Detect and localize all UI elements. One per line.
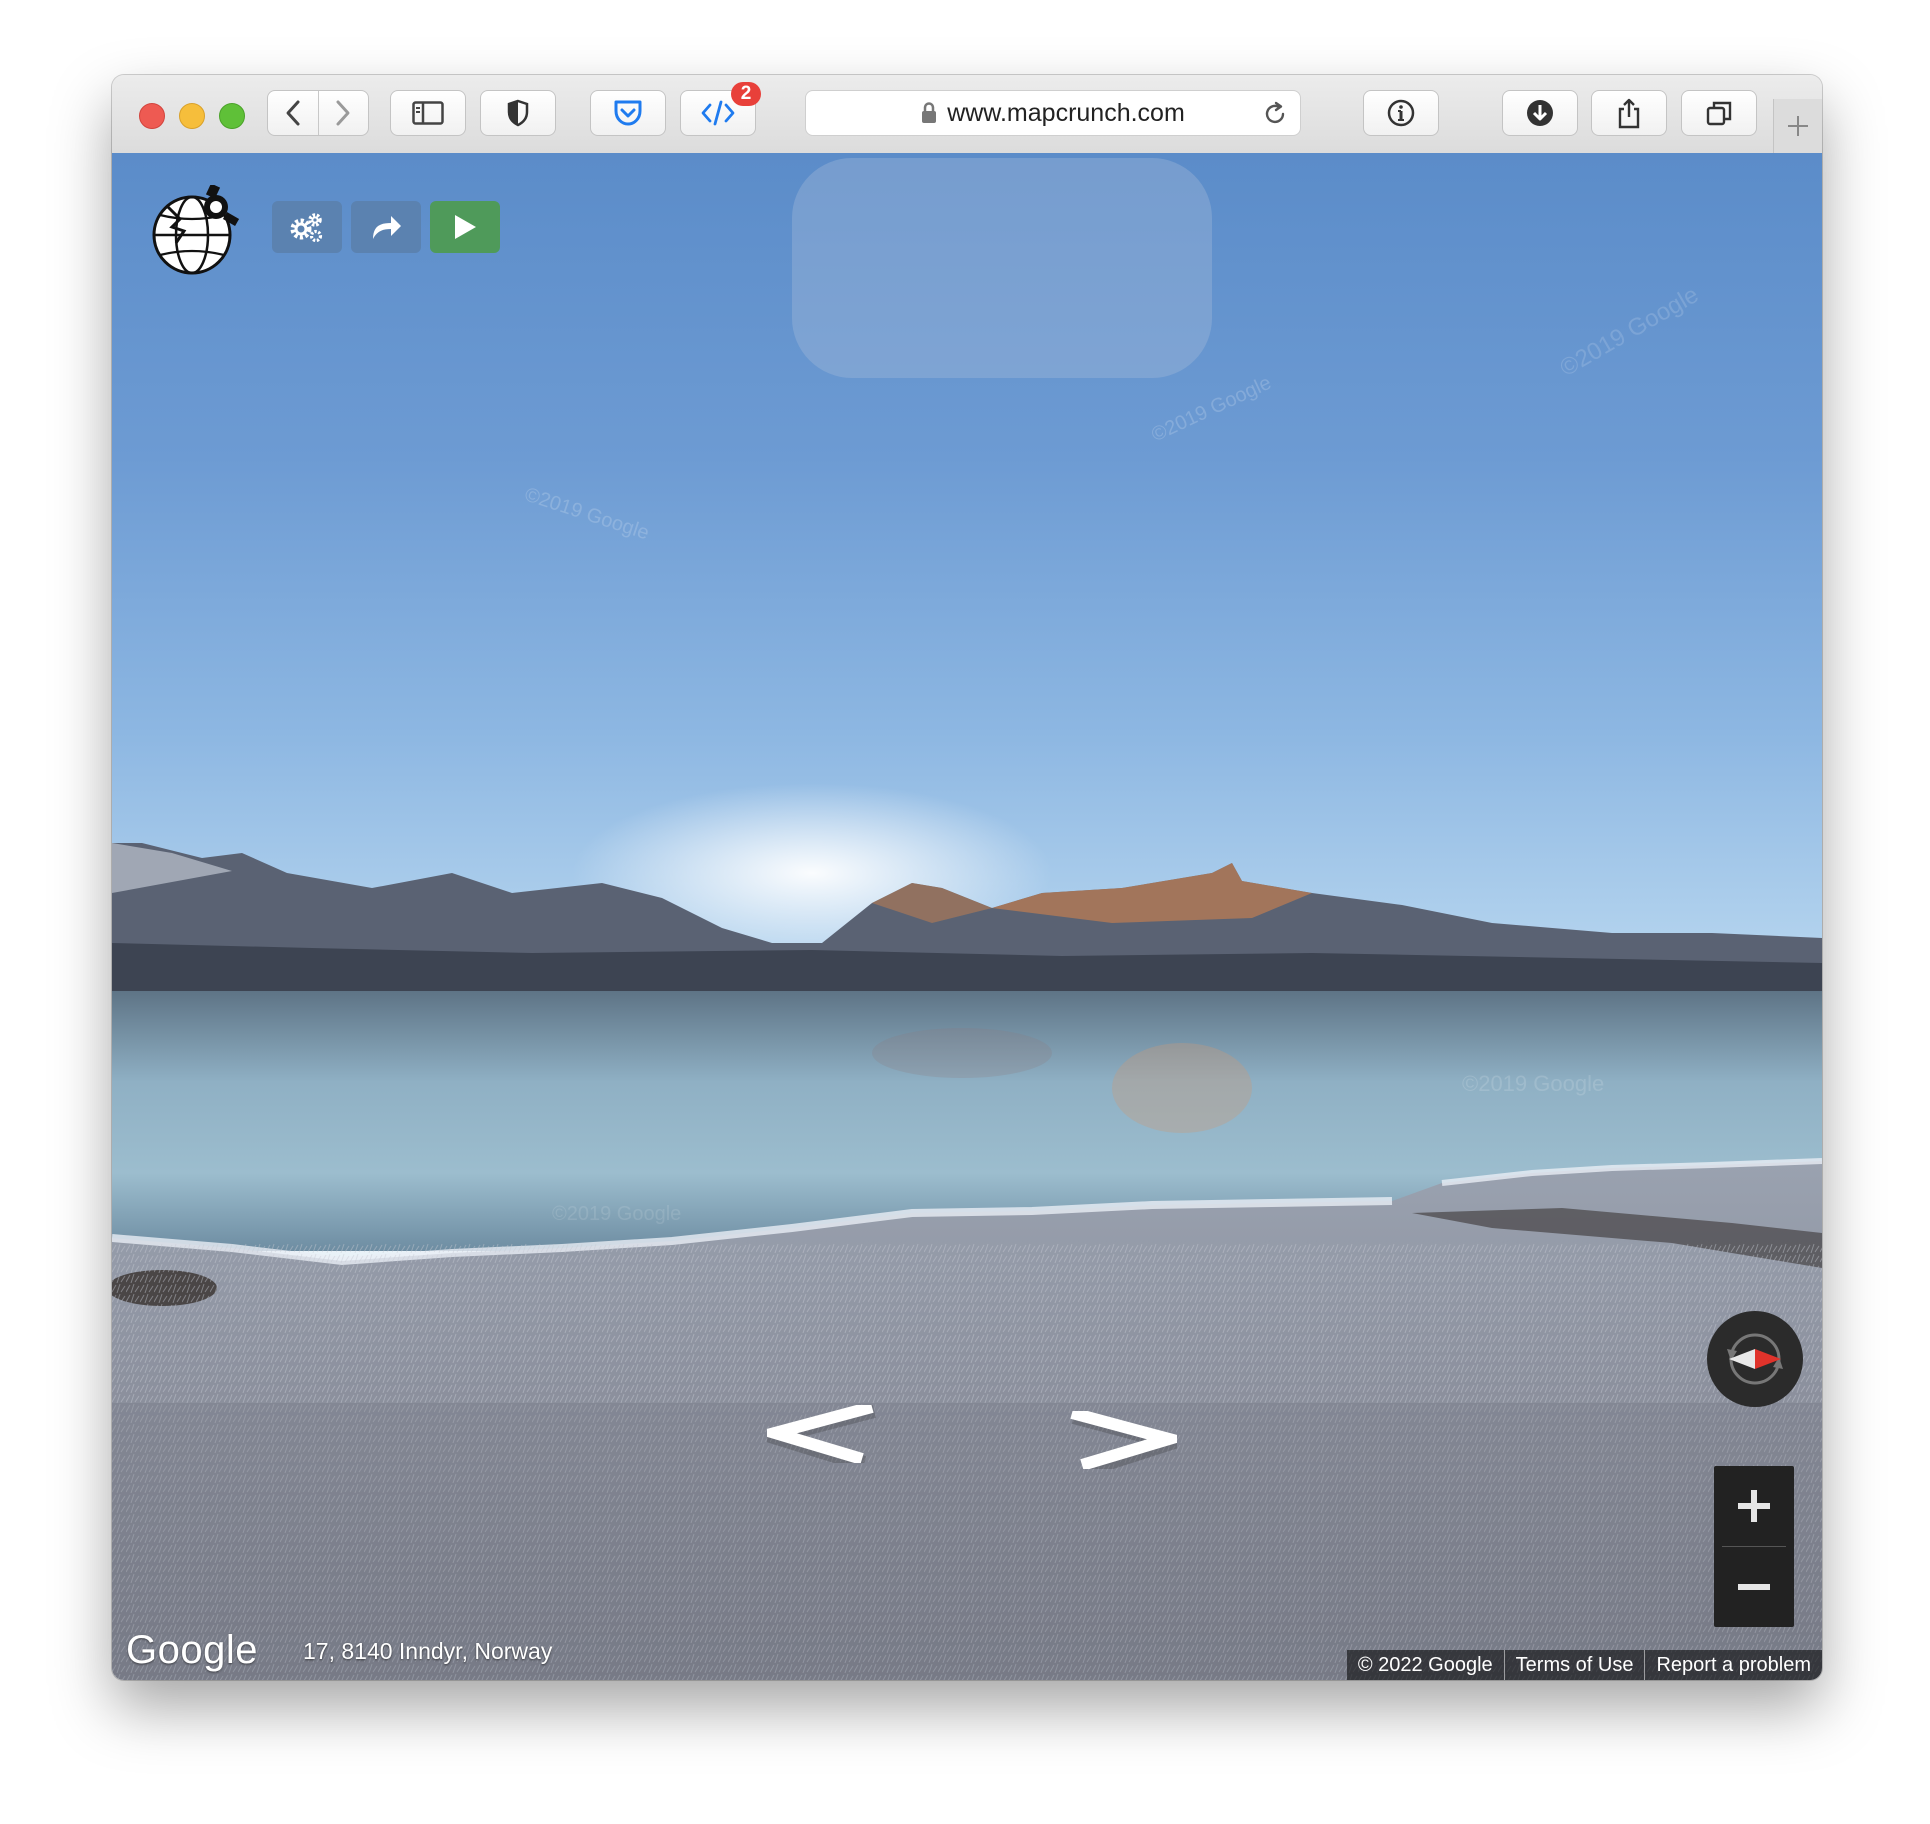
site-info-button[interactable] [1363, 90, 1439, 136]
privacy-report-button[interactable] [480, 90, 556, 136]
shield-icon [507, 99, 529, 127]
pocket-icon [614, 100, 642, 126]
zoom-out-button[interactable] [1714, 1547, 1794, 1627]
reload-icon[interactable] [1262, 101, 1288, 127]
share-link-button[interactable] [351, 201, 421, 253]
navigate-back-arrow[interactable] [767, 1405, 877, 1463]
report-problem-link[interactable]: Report a problem [1644, 1650, 1822, 1680]
new-tab-button[interactable] [1773, 99, 1822, 153]
forward-icon [336, 100, 350, 126]
compass-icon [1727, 1333, 1783, 1385]
back-button[interactable] [268, 91, 318, 135]
notification-badge: 2 [731, 82, 761, 106]
share-arrow-icon [373, 216, 401, 239]
browser-toolbar: 2 www.mapcrunch.com [112, 75, 1822, 154]
play-icon [455, 215, 476, 239]
minimize-window-button[interactable] [179, 103, 205, 129]
downloads-button[interactable] [1502, 90, 1578, 136]
pocket-extension-button[interactable] [590, 90, 666, 136]
streetview-panorama[interactable]: ©2019 Google ©2019 Google ©2019 Google ©… [112, 153, 1822, 1680]
location-address[interactable]: 17, 8140 Inndyr, Norway [303, 1638, 552, 1665]
mapcrunch-logo[interactable] [150, 185, 242, 277]
copyright-text: © 2022 Google [1357, 1654, 1493, 1676]
forward-button[interactable] [317, 91, 369, 135]
url-text: www.mapcrunch.com [947, 98, 1185, 127]
terms-link[interactable]: Terms of Use [1503, 1650, 1645, 1680]
lock-icon [922, 102, 937, 123]
download-icon [1527, 100, 1553, 126]
code-icon [701, 100, 735, 126]
address-bar[interactable]: www.mapcrunch.com [805, 90, 1301, 136]
watermark: ©2019 Google [1462, 1071, 1605, 1096]
info-icon [1387, 99, 1415, 127]
map-footer: © 2022 Google Terms of Use Report a prob… [1346, 1650, 1822, 1680]
watermark: ©2019 Google [552, 1203, 682, 1225]
share-icon [1618, 98, 1640, 129]
settings-button[interactable] [272, 201, 342, 253]
compass-control[interactable] [1707, 1311, 1803, 1407]
minus-icon [1738, 1584, 1770, 1590]
zoom-window-button[interactable] [219, 103, 245, 129]
navigate-forward-arrow[interactable] [1067, 1411, 1177, 1469]
plus-icon [1788, 116, 1808, 136]
share-button[interactable] [1591, 90, 1667, 136]
back-icon [286, 100, 300, 126]
plus-icon [1738, 1490, 1770, 1522]
devtools-extension-button[interactable]: 2 [680, 82, 761, 136]
zoom-control [1714, 1466, 1794, 1627]
tabs-icon [1706, 101, 1732, 126]
panorama-scene [112, 158, 1822, 1680]
browser-window: 2 www.mapcrunch.com ©2019 Google ©2019 G… [112, 75, 1822, 1680]
go-button[interactable] [430, 201, 500, 253]
google-logo[interactable]: Google [126, 1628, 258, 1673]
close-window-button[interactable] [139, 103, 165, 129]
zoom-in-button[interactable] [1714, 1466, 1794, 1546]
sidebar-icon [412, 101, 444, 125]
sidebar-button[interactable] [390, 90, 466, 136]
tab-overview-button[interactable] [1681, 90, 1757, 136]
gear-icon [290, 213, 323, 243]
back-forward-group [267, 90, 369, 136]
